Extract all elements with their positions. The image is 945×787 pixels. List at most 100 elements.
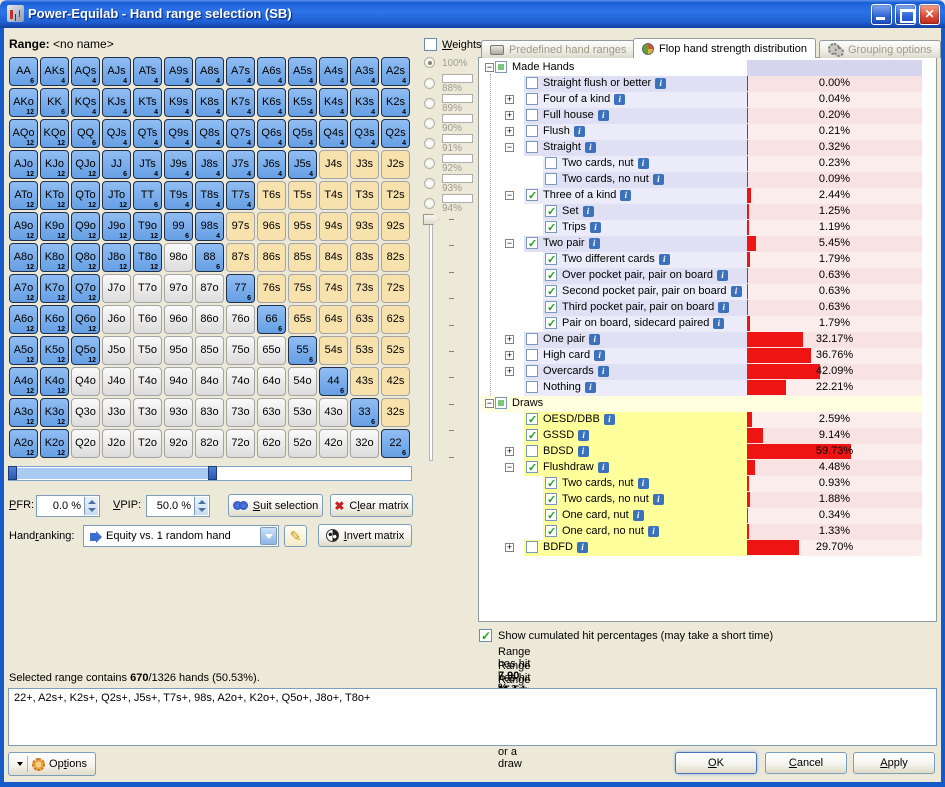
hand-cell-K6o[interactable]: K6o12: [40, 305, 69, 334]
info-icon[interactable]: i: [638, 478, 649, 489]
hand-cell-53o[interactable]: 53o: [288, 398, 317, 427]
options-button[interactable]: Options: [8, 752, 96, 776]
expand-icon[interactable]: +: [505, 543, 514, 552]
info-icon[interactable]: i: [585, 382, 596, 393]
hand-cell-T9o[interactable]: T9o12: [133, 212, 162, 241]
collapse-icon[interactable]: −: [505, 191, 514, 200]
hand-cell-92o[interactable]: 92o: [164, 429, 193, 458]
tab-flop-hand-strength-distribution[interactable]: Flop hand strength distribution: [633, 38, 816, 58]
hand-cell-22[interactable]: 226: [381, 429, 410, 458]
pfr-field[interactable]: 0.0 %: [36, 495, 100, 517]
hand-cell-A3o[interactable]: A3o12: [9, 398, 38, 427]
info-icon[interactable]: i: [578, 446, 589, 457]
hand-cell-62s[interactable]: 62s: [381, 305, 410, 334]
minimize-button[interactable]: [871, 4, 892, 25]
tree-checkbox[interactable]: [545, 509, 557, 521]
hand-cell-76o[interactable]: 76o: [226, 305, 255, 334]
hand-cell-32o[interactable]: 32o: [350, 429, 379, 458]
expand-icon[interactable]: +: [505, 367, 514, 376]
hand-cell-A7o[interactable]: A7o12: [9, 274, 38, 303]
hand-cell-T7s[interactable]: T7s4: [226, 181, 255, 210]
hand-cell-ATo[interactable]: ATo12: [9, 181, 38, 210]
hand-cell-96o[interactable]: 96o: [164, 305, 193, 334]
hand-cell-AQs[interactable]: AQs4: [71, 57, 100, 86]
hand-cell-92s[interactable]: 92s: [381, 212, 410, 241]
hand-cell-QTs[interactable]: QTs4: [133, 119, 162, 148]
tree-checkbox[interactable]: [495, 61, 507, 73]
weight-radio-94[interactable]: [424, 198, 435, 209]
hand-cell-J7o[interactable]: J7o: [102, 274, 131, 303]
hand-cell-J3o[interactable]: J3o: [102, 398, 131, 427]
hand-cell-63o[interactable]: 63o: [257, 398, 286, 427]
hand-cell-97o[interactable]: 97o: [164, 274, 193, 303]
hand-cell-T6s[interactable]: T6s: [257, 181, 286, 210]
hand-cell-65s[interactable]: 65s: [288, 305, 317, 334]
info-icon[interactable]: i: [583, 206, 594, 217]
hand-cell-ATs[interactable]: ATs4: [133, 57, 162, 86]
hand-cell-A3s[interactable]: A3s4: [350, 57, 379, 86]
hand-cell-A7s[interactable]: A7s4: [226, 57, 255, 86]
hand-cell-Q5s[interactable]: Q5s4: [288, 119, 317, 148]
hand-cell-Q7s[interactable]: Q7s4: [226, 119, 255, 148]
hand-cell-A8s[interactable]: A8s4: [195, 57, 224, 86]
hand-cell-T8o[interactable]: T8o12: [133, 243, 162, 272]
hand-cell-J5s[interactable]: J5s4: [288, 150, 317, 179]
tree-checkbox[interactable]: [526, 461, 538, 473]
hand-cell-53s[interactable]: 53s: [350, 336, 379, 365]
weight-radio-100[interactable]: [424, 57, 435, 68]
hand-cell-J2s[interactable]: J2s: [381, 150, 410, 179]
hand-cell-95s[interactable]: 95s: [288, 212, 317, 241]
info-icon[interactable]: i: [589, 238, 600, 249]
weight-input[interactable]: [442, 74, 473, 83]
hand-cell-63s[interactable]: 63s: [350, 305, 379, 334]
invert-matrix-button[interactable]: Invert matrix: [318, 524, 412, 547]
hand-cell-J6s[interactable]: J6s4: [257, 150, 286, 179]
hand-cell-K2s[interactable]: K2s4: [381, 88, 410, 117]
hand-cell-86o[interactable]: 86o: [195, 305, 224, 334]
expand-icon[interactable]: +: [505, 447, 514, 456]
hand-cell-74s[interactable]: 74s: [319, 274, 348, 303]
hand-cell-85o[interactable]: 85o: [195, 336, 224, 365]
hand-cell-A6o[interactable]: A6o12: [9, 305, 38, 334]
hand-cell-87o[interactable]: 87o: [195, 274, 224, 303]
edit-handranking-button[interactable]: ✎: [284, 525, 307, 547]
info-icon[interactable]: i: [718, 302, 729, 313]
tree-checkbox[interactable]: [545, 525, 557, 537]
weight-input[interactable]: [442, 114, 473, 123]
hand-cell-J9s[interactable]: J9s4: [164, 150, 193, 179]
info-icon[interactable]: i: [585, 142, 596, 153]
tree-checkbox[interactable]: [526, 541, 538, 553]
tree-checkbox[interactable]: [545, 285, 557, 297]
tab-predefined-hand-ranges[interactable]: Predefined hand ranges: [481, 40, 635, 58]
hand-cell-32s[interactable]: 32s: [381, 398, 410, 427]
hand-cell-KJo[interactable]: KJo12: [40, 150, 69, 179]
hand-cell-65o[interactable]: 65o: [257, 336, 286, 365]
info-icon[interactable]: i: [659, 254, 670, 265]
tree-checkbox[interactable]: [545, 493, 557, 505]
hand-cell-KTs[interactable]: KTs4: [133, 88, 162, 117]
hand-cell-97s[interactable]: 97s: [226, 212, 255, 241]
hand-cell-A9s[interactable]: A9s4: [164, 57, 193, 86]
hand-cell-A5o[interactable]: A5o12: [9, 336, 38, 365]
hand-cell-77[interactable]: 776: [226, 274, 255, 303]
hand-cell-J3s[interactable]: J3s: [350, 150, 379, 179]
hand-cell-A5s[interactable]: A5s4: [288, 57, 317, 86]
weight-input[interactable]: [442, 154, 473, 163]
hand-cell-94o[interactable]: 94o: [164, 367, 193, 396]
weights-checkbox[interactable]: [424, 38, 437, 51]
hand-cell-Q4s[interactable]: Q4s4: [319, 119, 348, 148]
hand-cell-T2s[interactable]: T2s: [381, 181, 410, 210]
hand-cell-86s[interactable]: 86s: [257, 243, 286, 272]
hand-cell-T9s[interactable]: T9s4: [164, 181, 193, 210]
hand-cell-J8o[interactable]: J8o12: [102, 243, 131, 272]
hand-cell-JTs[interactable]: JTs4: [133, 150, 162, 179]
hand-cell-A8o[interactable]: A8o12: [9, 243, 38, 272]
hand-cell-33[interactable]: 336: [350, 398, 379, 427]
hand-cell-A4o[interactable]: A4o12: [9, 367, 38, 396]
hand-cell-54s[interactable]: 54s: [319, 336, 348, 365]
info-icon[interactable]: i: [653, 174, 664, 185]
hand-cell-TT[interactable]: TT6: [133, 181, 162, 210]
info-icon[interactable]: i: [638, 158, 649, 169]
info-icon[interactable]: i: [655, 78, 666, 89]
hand-cell-AQo[interactable]: AQo12: [9, 119, 38, 148]
